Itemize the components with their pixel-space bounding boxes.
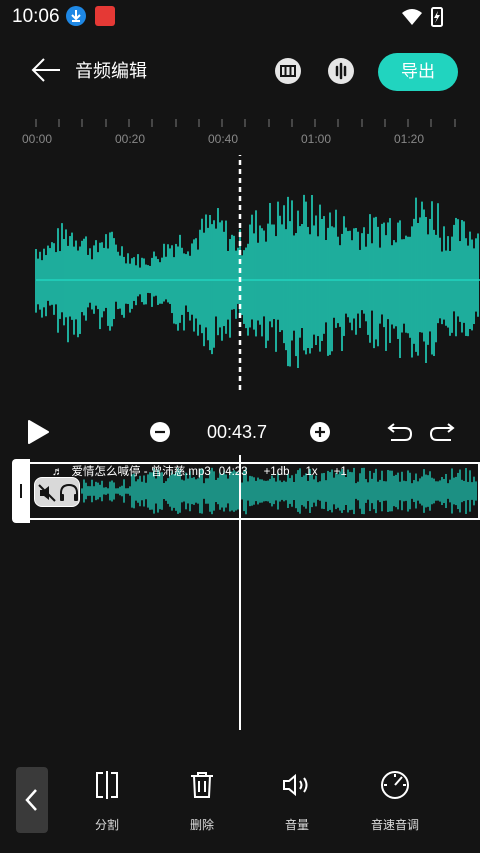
undo-icon (387, 423, 413, 441)
waveform-icon (335, 62, 347, 80)
track-speed: 1x (305, 466, 318, 478)
delete-button[interactable]: 删除 (167, 770, 237, 832)
wifi-icon (402, 9, 422, 25)
ruler-ticks (35, 119, 456, 127)
export-button[interactable]: 导出 (378, 53, 458, 91)
volume-button[interactable]: 音量 (262, 770, 332, 832)
redo-button[interactable] (429, 422, 455, 447)
page-title: 音频编辑 (75, 61, 147, 81)
speed-pitch-label: 音速音调 (370, 818, 419, 832)
track-pitch: +1 (333, 466, 347, 478)
film-strip-icon (280, 65, 296, 77)
time-ruler: 00:00 00:20 00:40 01:00 01:20 (0, 115, 480, 155)
tick-label: 00:40 (208, 132, 239, 146)
app-notification-icon (95, 6, 115, 26)
waveform-button[interactable] (328, 58, 354, 84)
tick-label: 00:00 (22, 132, 53, 146)
track-duration: 04:23 (218, 466, 248, 478)
trash-icon (191, 772, 213, 798)
plus-circle-icon (310, 422, 330, 442)
redo-icon (429, 423, 455, 441)
track-filename: 爱情怎么喊停 - 曾沛慈.mp3 (71, 466, 211, 478)
volume-label: 音量 (284, 818, 309, 832)
status-bar: 10:06 (0, 0, 480, 32)
music-note-icon: ♬ (52, 466, 64, 478)
playback-controls: 00:43.7 (0, 412, 480, 452)
split-button[interactable]: 分割 (72, 770, 142, 832)
current-time: 00:43.7 (207, 422, 268, 442)
status-time: 10:06 (12, 6, 60, 27)
zoom-out-button[interactable] (150, 422, 170, 447)
track-info: ♬ 爱情怎么喊停 - 曾沛慈.mp3 04:23 +1db 1x +1 (52, 463, 355, 479)
speedometer-icon (381, 771, 409, 799)
download-icon (66, 6, 86, 26)
headphones-icon[interactable] (58, 483, 80, 503)
tick-label: 00:20 (115, 132, 146, 146)
chevron-left-icon (25, 789, 37, 811)
delete-label: 删除 (189, 818, 214, 832)
status-icons (400, 6, 450, 33)
arrow-left-icon (31, 58, 60, 82)
split-label: 分割 (94, 818, 119, 832)
film-strip-button[interactable] (275, 58, 301, 84)
waveform-editor[interactable] (0, 115, 480, 405)
speaker-icon (283, 773, 308, 797)
tick-label: 01:00 (301, 132, 332, 146)
play-button[interactable] (26, 420, 50, 449)
zoom-in-button[interactable] (310, 422, 330, 447)
back-button[interactable] (30, 54, 62, 86)
collapse-toolbar-button[interactable] (16, 767, 48, 833)
trim-handle-left[interactable] (12, 459, 30, 523)
header: 音频编辑 导出 (0, 40, 480, 100)
play-icon (28, 420, 49, 444)
track-gain: +1db (263, 466, 290, 478)
minus-circle-icon (150, 422, 170, 442)
playhead[interactable] (239, 455, 241, 730)
tick-label: 01:20 (394, 132, 425, 146)
undo-button[interactable] (387, 422, 413, 447)
speed-pitch-button[interactable]: 音速音调 (360, 770, 430, 832)
waveform-graphic (35, 115, 480, 390)
track-audio-controls (34, 477, 80, 507)
split-icon (96, 771, 118, 799)
audio-track[interactable]: ♬ 爱情怎么喊停 - 曾沛慈.mp3 04:23 +1db 1x +1 (12, 459, 480, 523)
mute-icon[interactable] (37, 483, 59, 503)
bottom-toolbar: 分割 删除 音量 音速音调 (0, 760, 480, 840)
